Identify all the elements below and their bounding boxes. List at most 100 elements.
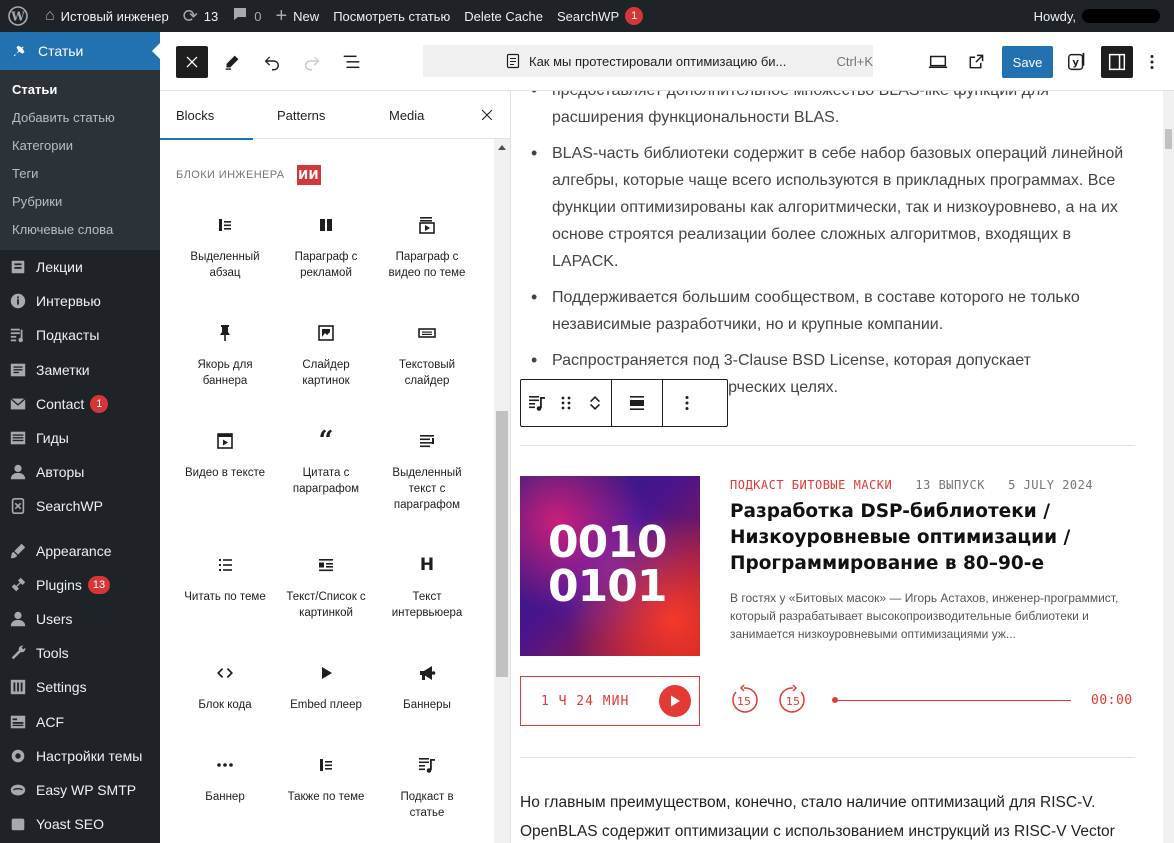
menu-tools[interactable]: Tools: [0, 636, 160, 670]
menu-contact[interactable]: Contact 1: [0, 387, 160, 421]
list-item[interactable]: Поддерживается большим сообществом, в со…: [531, 284, 1131, 338]
canvas-scrollbar[interactable]: [1163, 91, 1174, 843]
wp-logo[interactable]: W: [0, 0, 38, 32]
document-bar[interactable]: Как мы протестировали оптимизацию би... …: [423, 45, 873, 77]
view-post-link[interactable]: Посмотреть статью: [326, 0, 457, 32]
menu-posts[interactable]: Статьи: [0, 32, 160, 70]
block-label: Читать по теме: [184, 591, 266, 603]
block-options-button[interactable]: [671, 380, 703, 426]
delete-cache-link[interactable]: Delete Cache: [457, 0, 550, 32]
undo-button[interactable]: [256, 46, 288, 78]
play-button[interactable]: [659, 685, 691, 717]
block-podcast-in-article[interactable]: Подкаст в статье: [377, 753, 477, 821]
bullet-list[interactable]: предоставляет дополнительное множество B…: [531, 91, 1131, 410]
block-quote-paragraph[interactable]: “ Цитата с параграфом: [276, 426, 376, 497]
inserter-tabs: Blocks Patterns Media: [160, 91, 510, 140]
list-item[interactable]: BLAS-часть библиотеки содержит в себе на…: [531, 140, 1131, 275]
menu-yoast[interactable]: Yoast SEO: [0, 807, 160, 841]
tools-button[interactable]: [216, 46, 248, 78]
block-banner-anchor[interactable]: Якорь для баннера: [175, 321, 275, 389]
block-media-text[interactable]: Текст/Список с картинкой: [276, 553, 376, 621]
tab-media[interactable]: Media: [389, 91, 424, 139]
settings-sidebar-button[interactable]: [1101, 46, 1133, 78]
menu-notes[interactable]: Заметки: [0, 353, 160, 387]
podcast-title[interactable]: Разработка DSP-библиотеки / Низкоуровнев…: [730, 499, 1130, 577]
redo-button[interactable]: [296, 46, 328, 78]
new-content-link[interactable]: + New: [268, 0, 326, 32]
block-code[interactable]: Блок кода: [175, 661, 275, 713]
menu-settings[interactable]: Settings: [0, 670, 160, 704]
block-highlighted-text[interactable]: Выделенный текст с параграфом: [377, 429, 477, 513]
block-video-in-text[interactable]: Видео в тексте: [175, 429, 275, 481]
paragraph-block[interactable]: Но главным преимуществом, конечно, стало…: [520, 788, 1130, 843]
settings-icon: [8, 677, 28, 697]
block-banner[interactable]: Баннер: [175, 753, 275, 805]
searchwp-link[interactable]: SearchWP 1: [550, 0, 650, 32]
save-button[interactable]: Save: [1002, 46, 1053, 78]
block-also-related[interactable]: Также по теме: [276, 753, 376, 805]
comments-link[interactable]: 0: [225, 0, 268, 32]
updates-link[interactable]: ⟳ 13: [176, 0, 226, 32]
block-interviewer-text[interactable]: H Текст интервьюера: [377, 553, 477, 621]
menu-searchwp[interactable]: SearchWP: [0, 489, 160, 523]
podcast-progress-handle[interactable]: [832, 697, 838, 703]
category-heading: БЛОКИ ИНЖЕНЕРА ИИ: [176, 165, 321, 185]
block-banners[interactable]: Баннеры: [377, 661, 477, 713]
my-account[interactable]: Howdy,: [1034, 9, 1174, 24]
block-embed-player[interactable]: Embed плеер: [276, 661, 376, 713]
menu-acf[interactable]: ACF: [0, 704, 160, 738]
view-post-label: Посмотреть статью: [333, 8, 451, 24]
close-inserter-button[interactable]: [176, 46, 208, 78]
menu-smtp[interactable]: Easy WP SMTP: [0, 773, 160, 807]
list-item[interactable]: предоставляет дополнительное множество B…: [531, 91, 1131, 131]
menu-authors[interactable]: Авторы: [0, 455, 160, 489]
drag-handle[interactable]: [553, 380, 579, 426]
menu-posts-label: Статьи: [38, 43, 84, 59]
block-type-button[interactable]: [521, 380, 553, 426]
menu-lectures[interactable]: Лекции: [0, 250, 160, 284]
block-image-slider[interactable]: Слайдер картинок: [276, 321, 376, 389]
scroll-up-arrow[interactable]: [498, 145, 506, 150]
inserter-scroll-thumb[interactable]: [496, 411, 508, 677]
podcast-progress-bar[interactable]: [833, 700, 1071, 701]
tab-patterns[interactable]: Patterns: [277, 91, 325, 139]
block-paragraph-video[interactable]: Параграф с видео по теме: [377, 213, 477, 281]
yoast-button[interactable]: y: [1061, 46, 1093, 78]
block-highlighted-paragraph[interactable]: Выделенный абзац: [175, 213, 275, 281]
skip-back-button[interactable]: 15: [728, 684, 760, 716]
menu-podcasts[interactable]: Подкасты: [0, 318, 160, 352]
menu-theme-settings[interactable]: Настройки темы: [0, 739, 160, 773]
submenu-all-posts[interactable]: Статьи: [0, 75, 160, 103]
site-name-link[interactable]: ⌂ Истовый инженер: [38, 0, 176, 32]
options-button[interactable]: [1140, 46, 1164, 78]
menu-settings-label: Settings: [36, 679, 87, 696]
podcast-player-button[interactable]: 1 Ч 24 МИН: [520, 676, 700, 726]
block-label: Embed плеер: [290, 699, 362, 711]
menu-users[interactable]: Users: [0, 602, 160, 636]
block-read-related[interactable]: Читать по теме: [175, 553, 275, 605]
close-inserter-panel-button[interactable]: [478, 106, 496, 124]
tab-blocks[interactable]: Blocks: [160, 91, 254, 140]
document-overview-button[interactable]: [336, 46, 368, 78]
block-text-slider[interactable]: Текстовый слайдер: [377, 321, 477, 389]
block-label: Параграф с рекламой: [294, 251, 358, 279]
menu-interview[interactable]: Интервью: [0, 284, 160, 318]
page-icon: [506, 53, 520, 69]
view-post-button[interactable]: [960, 46, 992, 78]
preview-device-button[interactable]: [922, 46, 954, 78]
podcast-category[interactable]: ПОДКАСТ БИТОВЫЕ МАСКИ: [730, 478, 892, 492]
align-button[interactable]: [621, 380, 653, 426]
move-buttons[interactable]: [579, 380, 611, 426]
canvas-scroll-thumb[interactable]: [1165, 129, 1172, 149]
submenu-rubrics[interactable]: Рубрики: [0, 187, 160, 215]
menu-plugins[interactable]: Plugins 13: [0, 568, 160, 602]
block-paragraph-ad[interactable]: Параграф с рекламой: [276, 213, 376, 281]
submenu-add-post[interactable]: Добавить статью: [0, 103, 160, 131]
submenu-keywords[interactable]: Ключевые слова: [0, 215, 160, 243]
skip-forward-button[interactable]: 15: [777, 684, 809, 716]
submenu-tags[interactable]: Теги: [0, 159, 160, 187]
menu-guides[interactable]: Гиды: [0, 421, 160, 455]
menu-separator: [0, 524, 160, 534]
menu-appearance[interactable]: Appearance: [0, 534, 160, 568]
submenu-categories[interactable]: Категории: [0, 131, 160, 159]
